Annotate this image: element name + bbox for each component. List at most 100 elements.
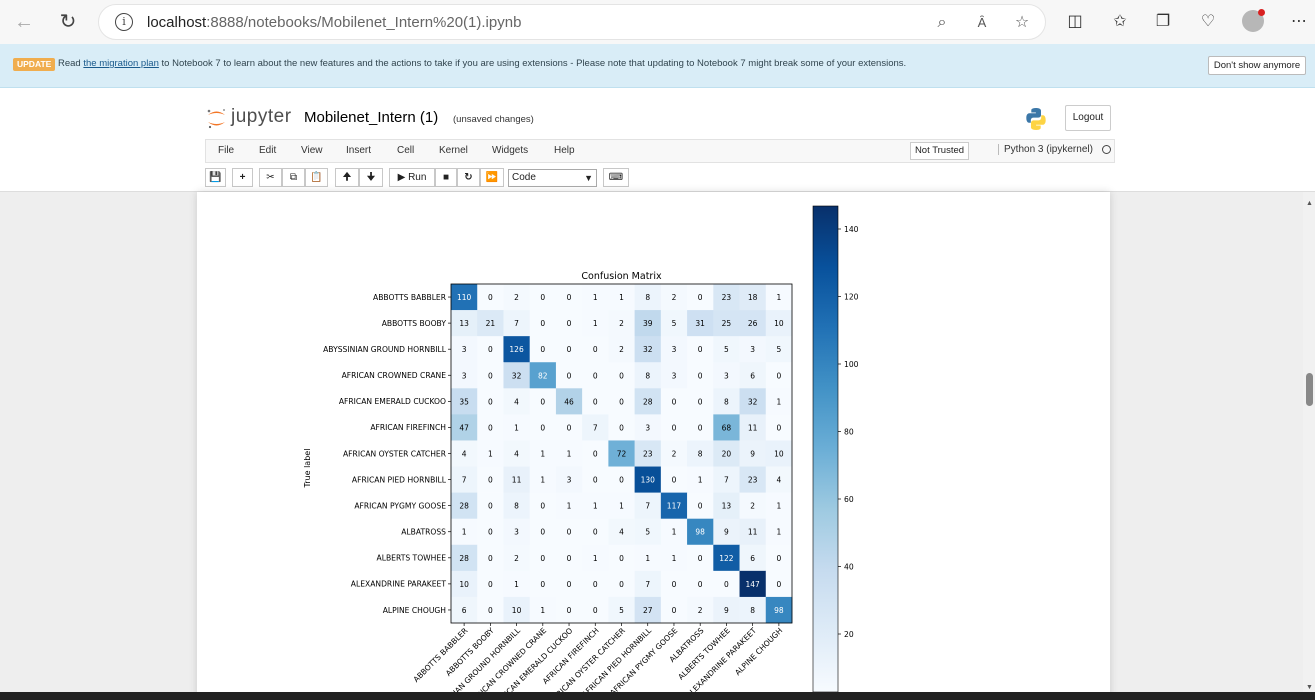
matrix-cell-value: 0: [776, 580, 781, 589]
matrix-cell-value: 72: [617, 450, 627, 459]
y-tick-label: ALBERTS TOWHEE: [377, 554, 447, 563]
os-taskbar: [0, 692, 1315, 700]
matrix-cell-value: 25: [722, 319, 732, 328]
matrix-cell-value: 3: [750, 345, 755, 354]
matrix-cell-value: 0: [593, 371, 598, 380]
matrix-cell-value: 3: [724, 371, 729, 380]
scroll-thumb[interactable]: [1306, 373, 1313, 406]
matrix-cell-value: 0: [567, 371, 572, 380]
matrix-cell-value: 28: [459, 502, 469, 511]
matrix-cell-value: 4: [619, 528, 624, 537]
y-tick-label: ALBATROSS: [401, 528, 446, 537]
matrix-cell-value: 1: [462, 528, 467, 537]
matrix-cell-value: 1: [593, 554, 598, 563]
matrix-cell-value: 1: [514, 423, 519, 432]
colorbar: [812, 205, 839, 692]
matrix-cell-value: 0: [593, 606, 598, 615]
matrix-cell-value: 0: [488, 423, 493, 432]
matrix-cell-value: 0: [593, 450, 598, 459]
matrix-cell-value: 10: [459, 580, 469, 589]
matrix-cell-value: 1: [672, 554, 677, 563]
matrix-cell-value: 0: [540, 528, 545, 537]
matrix-cell-value: 7: [724, 476, 729, 485]
y-tick-label: AFRICAN FIREFINCH: [370, 423, 446, 432]
matrix-cell-value: 21: [486, 319, 496, 328]
colorbar-tick-label: 20: [844, 630, 854, 639]
matrix-cell-value: 110: [457, 293, 472, 302]
matrix-cell-value: 0: [619, 423, 624, 432]
matrix-cell-value: 0: [698, 502, 703, 511]
matrix-cell-value: 7: [593, 423, 598, 432]
matrix-cell-value: 147: [745, 580, 760, 589]
matrix-cell-value: 0: [672, 580, 677, 589]
matrix-cell-value: 130: [641, 476, 656, 485]
matrix-cell-value: 1: [593, 293, 598, 302]
matrix-cell-value: 32: [643, 345, 653, 354]
matrix-cell-value: 18: [748, 293, 758, 302]
matrix-cell-value: 1: [488, 450, 493, 459]
matrix-cell-value: 8: [750, 606, 755, 615]
colorbar-tick-label: 80: [844, 428, 854, 437]
matrix-cell-value: 28: [643, 397, 653, 406]
matrix-cell-value: 0: [567, 319, 572, 328]
matrix-cell-value: 0: [567, 580, 572, 589]
matrix-cell-value: 1: [514, 580, 519, 589]
matrix-cell-value: 5: [724, 345, 729, 354]
matrix-cell-value: 0: [540, 580, 545, 589]
matrix-cell-value: 13: [459, 319, 469, 328]
matrix-cell-value: 0: [488, 476, 493, 485]
matrix-cell-value: 0: [776, 554, 781, 563]
matrix-cell-value: 0: [488, 345, 493, 354]
y-tick-label: AFRICAN EMERALD CUCKOO: [339, 397, 446, 406]
matrix-cell-value: 23: [643, 450, 653, 459]
x-tick-label: ALPINE CHOUGH: [733, 626, 784, 677]
matrix-cell-value: 11: [748, 423, 758, 432]
matrix-cell-value: 0: [567, 293, 572, 302]
matrix-cell-value: 0: [619, 397, 624, 406]
matrix-cell-value: 3: [672, 371, 677, 380]
matrix-cell-value: 98: [774, 606, 784, 615]
matrix-cell-value: 6: [750, 371, 755, 380]
matrix-cell-value: 1: [776, 397, 781, 406]
matrix-cell-value: 5: [619, 606, 624, 615]
matrix-cell-value: 0: [540, 345, 545, 354]
matrix-cell-value: 7: [645, 580, 650, 589]
matrix-cell-value: 1: [619, 502, 624, 511]
matrix-cell-value: 0: [593, 528, 598, 537]
matrix-cell-value: 0: [698, 345, 703, 354]
y-tick-label: ALEXANDRINE PARAKEET: [351, 580, 447, 589]
scroll-down-arrow-icon[interactable]: ▼: [1306, 684, 1313, 691]
matrix-cell-value: 98: [695, 528, 705, 537]
matrix-cell-value: 82: [538, 371, 548, 380]
matrix-cell-value: 0: [488, 502, 493, 511]
matrix-cell-value: 10: [774, 319, 784, 328]
matrix-cell-value: 0: [619, 554, 624, 563]
matrix-cell-value: 4: [514, 450, 519, 459]
y-tick-label: AFRICAN CROWNED CRANE: [342, 371, 447, 380]
y-axis-label: True label: [303, 449, 312, 489]
page-scrollbar[interactable]: [1303, 192, 1315, 700]
matrix-cell-value: 0: [488, 371, 493, 380]
matrix-cell-value: 5: [776, 345, 781, 354]
matrix-cell-value: 23: [748, 476, 758, 485]
matrix-cell-value: 46: [564, 397, 574, 406]
matrix-cell-value: 0: [698, 397, 703, 406]
matrix-cell-value: 0: [619, 580, 624, 589]
matrix-cell-value: 1: [540, 476, 545, 485]
matrix-cell-value: 0: [567, 528, 572, 537]
matrix-cell-value: 0: [672, 606, 677, 615]
y-tick-label: ABYSSINIAN GROUND HORNBILL: [323, 345, 447, 354]
y-tick-label: ABBOTTS BOOBY: [382, 319, 447, 328]
scroll-up-arrow-icon[interactable]: ▲: [1306, 200, 1313, 207]
x-tick-label: ABBOTTS BOOBY: [444, 626, 496, 678]
matrix-cell-value: 4: [514, 397, 519, 406]
matrix-cell-value: 0: [540, 502, 545, 511]
matrix-cell-value: 8: [645, 371, 650, 380]
matrix-cell-value: 5: [645, 528, 650, 537]
matrix-cell-value: 0: [488, 528, 493, 537]
matrix-cell-value: 0: [540, 554, 545, 563]
matrix-cell-value: 35: [459, 397, 469, 406]
matrix-cell-value: 39: [643, 319, 653, 328]
matrix-cell-value: 126: [509, 345, 524, 354]
matrix-cell-value: 0: [488, 580, 493, 589]
